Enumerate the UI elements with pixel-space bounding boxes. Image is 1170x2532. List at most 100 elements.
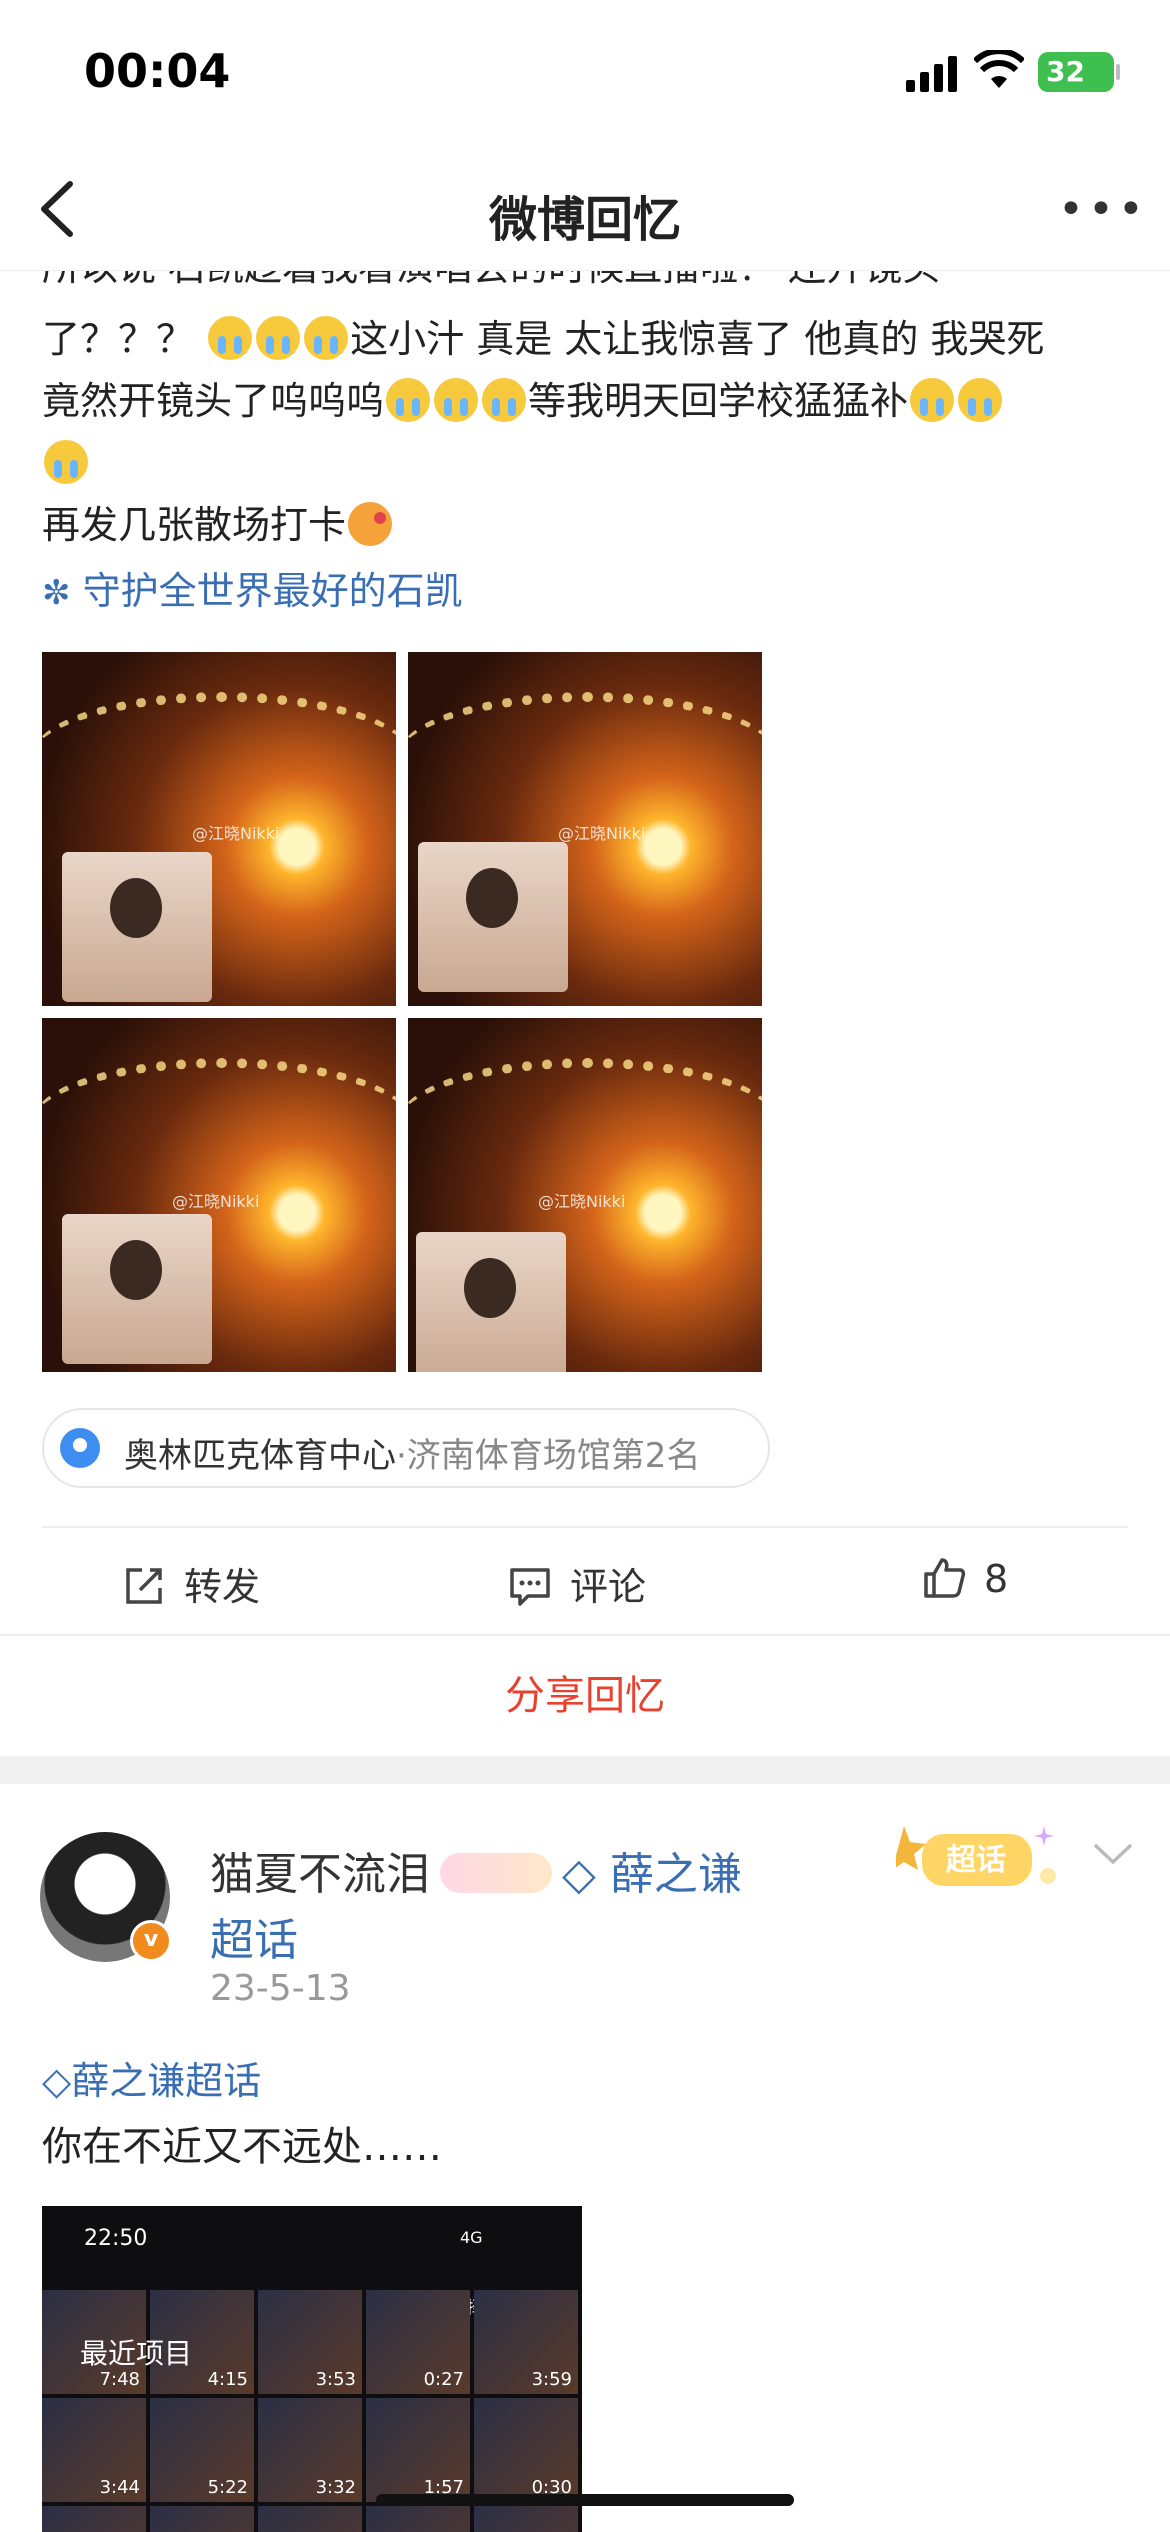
stage-lights (42, 1058, 396, 1188)
chaohua-tag-text: 薛之谦 (609, 1849, 742, 1900)
post-text-segment: 等我明天回学校猛猛补 (528, 379, 909, 423)
video-duration: 3:44 (99, 2477, 140, 2498)
post-date: 23-5-13 (210, 1968, 351, 2009)
username[interactable]: 猫夏不流泪 (210, 1849, 430, 1900)
post-text-line: 了？？？ 这小汁 真是 太让我惊喜了 他真的 我哭死 (42, 308, 1132, 370)
concert-photo[interactable]: @江晓Nikki (42, 1018, 396, 1372)
more-options-icon[interactable]: ••• (1058, 180, 1144, 240)
status-bar: 00:04 32 (0, 0, 1170, 150)
home-indicator[interactable] (376, 2494, 794, 2506)
repost-button[interactable]: 转发 (122, 1556, 260, 1611)
location-pin-icon (60, 1428, 100, 1468)
video-duration: 3:59 (531, 2369, 572, 2390)
video-thumbnail: 0:30 (474, 2398, 578, 2502)
action-bar: 转发 评论 8 (0, 1530, 1170, 1630)
concert-photo[interactable]: @江晓Nikki (408, 1018, 762, 1372)
video-duration: 0:27 (423, 2369, 464, 2390)
image-grid: @江晓Nikki @江晓Nikki @江晓Nikki @江晓Nikki (42, 652, 762, 1372)
crying-emoji-icon (958, 378, 1003, 422)
video-thumbnail: 3:32 (258, 2398, 362, 2502)
topic-label: 薛之谦超话 (71, 2059, 262, 2103)
video-thumbnail: 5:22 (150, 2398, 254, 2502)
screenshot-time: 22:50 (84, 2226, 148, 2251)
screenshot-signal: 4G (460, 2228, 483, 2247)
repost-icon (126, 1568, 162, 1604)
cellular-signal-icon (906, 56, 957, 92)
crying-emoji-icon (44, 440, 88, 484)
video-thumbnail: 3:53 (258, 2290, 362, 2394)
stage-screen (416, 1232, 566, 1372)
video-thumbnail: 3:59 (474, 2290, 578, 2394)
crying-emoji-icon (304, 316, 349, 360)
wifi-icon (974, 50, 1024, 88)
image-watermark: @江晓Nikki (558, 824, 646, 843)
super-topic-badge-text: 超话 (946, 1843, 1006, 1878)
battery-indicator: 32 (1038, 52, 1120, 92)
comment-label: 评论 (570, 1565, 647, 1609)
location-rank: ·济南体育场馆第2名 (396, 1436, 701, 1476)
crying-emoji-icon (386, 378, 431, 422)
crying-emoji-icon (482, 378, 527, 422)
comment-button[interactable]: 评论 (508, 1556, 646, 1611)
post-text-line (42, 432, 1132, 494)
stage-lights (408, 1058, 762, 1188)
image-watermark: @江晓Nikki (192, 824, 280, 843)
video-duration: 3:53 (315, 2369, 356, 2390)
topic-link[interactable]: ◇薛之谦超话 (42, 2050, 261, 2105)
crying-emoji-icon (256, 316, 301, 360)
crying-emoji-icon (208, 316, 253, 360)
stage-lights (42, 692, 396, 822)
post-text-line: 竟然开镜头了呜呜呜 等我明天回学校猛猛补 (42, 370, 1132, 432)
thumbs-up-icon (924, 1558, 966, 1598)
video-thumbnail (366, 2506, 470, 2532)
location-chip[interactable]: 奥林匹克体育中心·济南体育场馆第2名 (42, 1408, 770, 1488)
repost-label: 转发 (184, 1565, 261, 1609)
video-duration: 7:48 (99, 2369, 140, 2390)
video-duration: 4:15 (207, 2369, 248, 2390)
section-separator (0, 1756, 1170, 1784)
fan-medal-icon (440, 1853, 552, 1893)
chaohua-tag[interactable]: ◇ 薛之谦 (562, 1849, 742, 1900)
image-watermark: @江晓Nikki (172, 1192, 260, 1211)
post-text: 你在不近又不远处…… (42, 2124, 442, 2170)
post-text-segment: 了？？？ (42, 317, 195, 361)
topic-sparkle-icon: ✼ (42, 573, 71, 613)
super-topic-badge-icon[interactable]: 超话 (896, 1818, 1066, 1898)
post-author-line: 猫夏不流泪 ◇ 薛之谦 (210, 1838, 742, 1902)
stage-screen (62, 1214, 212, 1364)
post-text-segment: 这小汁 真是 太让我惊喜了 他真的 我哭死 (350, 317, 1045, 361)
battery-tip (1116, 64, 1120, 80)
share-memory-button[interactable]: 分享回忆 (0, 1634, 1170, 1756)
nav-header: 微博回忆 ••• (0, 150, 1170, 271)
verified-badge-icon: v (130, 1920, 172, 1962)
status-time: 00:04 (84, 44, 231, 98)
topic-link[interactable]: ✼ 守护全世界最好的石凯 (42, 560, 463, 615)
post-text-line: 再发几张散场打卡 (42, 494, 1132, 556)
post-text-segment: 竟然开镜头了呜呜呜 (42, 379, 385, 423)
video-duration: 3:32 (315, 2477, 356, 2498)
crying-emoji-icon (434, 378, 479, 422)
divider (42, 1526, 1128, 1528)
video-thumbnail (150, 2506, 254, 2532)
location-name: 奥林匹克体育中心 (124, 1436, 396, 1476)
diamond-icon: ◇ (42, 2059, 72, 2103)
video-duration: 5:22 (207, 2477, 248, 2498)
video-thumbnail (42, 2506, 146, 2532)
kiss-emoji-icon (348, 502, 393, 546)
like-count: 8 (984, 1557, 1009, 1601)
comment-icon (510, 1568, 550, 1606)
stage-screen (418, 842, 568, 992)
page-title: 微博回忆 (488, 192, 681, 248)
concert-photo[interactable]: @江晓Nikki (408, 652, 762, 1006)
topic-label: 守护全世界最好的石凯 (82, 569, 463, 613)
chaohua-tag-continued[interactable]: 超话 (210, 1904, 298, 1968)
stage-lights (408, 692, 762, 822)
concert-photo[interactable]: @江晓Nikki (42, 652, 396, 1006)
post-image[interactable]: 22:50 4G ‹ 相簿 最近项目 选择 7:48 4:15 3:53 0:2… (42, 2206, 582, 2532)
post-text-segment: 再发几张散场打卡 (42, 503, 347, 547)
crying-emoji-icon (910, 378, 955, 422)
chevron-down-icon[interactable] (1090, 1840, 1136, 1870)
like-button[interactable]: 8 (922, 1556, 1008, 1601)
video-thumbnail: 3:44 (42, 2398, 146, 2502)
image-watermark: @江晓Nikki (538, 1192, 626, 1211)
